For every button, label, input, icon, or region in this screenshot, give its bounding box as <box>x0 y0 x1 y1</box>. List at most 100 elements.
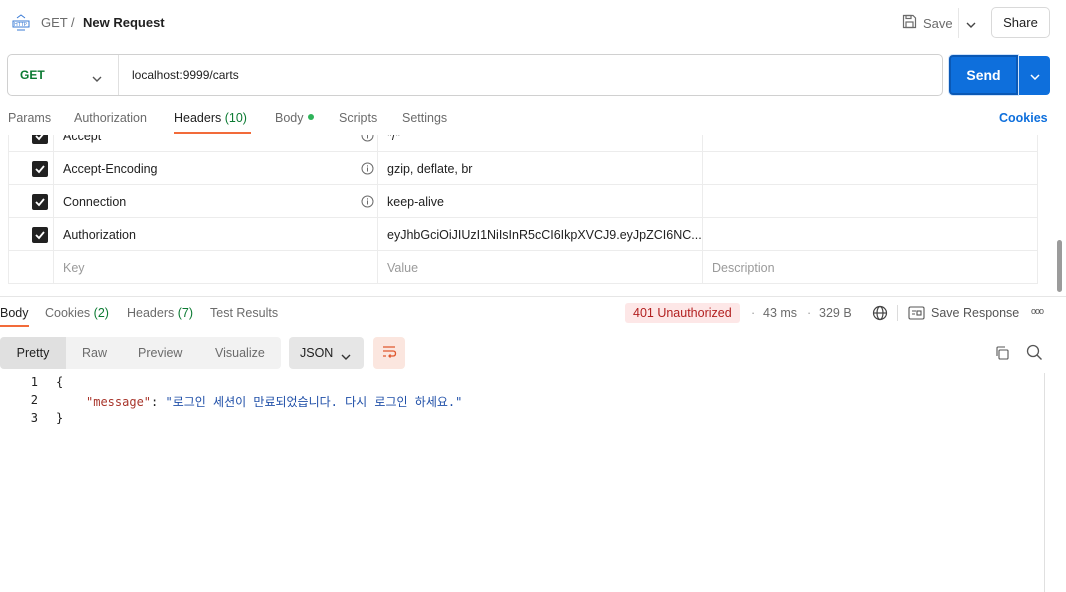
header-value: gzip, deflate, br <box>387 162 473 176</box>
wrap-lines-icon <box>381 345 397 362</box>
new-value-input[interactable]: Value <box>378 251 703 284</box>
header-description-cell[interactable] <box>703 152 1038 185</box>
response-size[interactable]: 329 B <box>819 306 852 320</box>
more-options-button[interactable]: ooo <box>1031 306 1044 316</box>
active-response-tab-underline <box>0 325 29 327</box>
view-raw[interactable]: Raw <box>82 337 107 369</box>
status-badge[interactable]: 401 Unauthorized <box>625 303 740 323</box>
share-button[interactable]: Share <box>991 7 1050 38</box>
svg-text:HTTP: HTTP <box>14 22 27 28</box>
json-key: "message" <box>86 395 152 409</box>
header-value-cell[interactable]: gzip, deflate, br <box>378 152 703 185</box>
tab-test-results[interactable]: Test Results <box>210 306 278 320</box>
format-value: JSON <box>300 346 334 360</box>
more-label: ooo <box>1031 306 1044 316</box>
header-key: Accept <box>63 135 102 143</box>
top-bar: HTTP GET / New Request Save Share <box>0 0 1066 46</box>
view-pretty[interactable]: Pretty <box>0 337 66 369</box>
table-row: Accept-Encoding gzip, deflate, br <box>8 152 1038 185</box>
tab-scripts[interactable]: Scripts <box>339 111 377 125</box>
tab-headers-count: (10) <box>224 111 247 125</box>
row-check-cell <box>8 135 54 152</box>
method-select[interactable]: GET <box>8 55 119 95</box>
response-time[interactable]: 43 ms <box>763 306 797 320</box>
line-number: 2 <box>30 393 38 407</box>
method-value: GET <box>20 68 45 82</box>
request-title[interactable]: New Request <box>83 15 165 30</box>
chevron-down-icon <box>92 70 102 85</box>
json-string-value: "로그인 세션이 만료되었습니다. 다시 로그인 하세요." <box>165 395 463 409</box>
info-icon[interactable] <box>361 135 374 142</box>
header-checkbox[interactable] <box>32 161 48 177</box>
header-key-cell[interactable]: Connection <box>54 185 378 218</box>
tab-response-headers[interactable]: Headers (7) <box>127 306 193 320</box>
header-key: Connection <box>63 195 127 209</box>
response-scrollbar-track[interactable] <box>1044 373 1045 592</box>
cookies-link[interactable]: Cookies <box>999 111 1048 125</box>
header-description-cell[interactable] <box>703 218 1038 251</box>
header-value: eyJhbGciOiJIUzI1NiIsInR5cCI6IkpXVCJ9.eyJ… <box>387 228 702 242</box>
view-preview[interactable]: Preview <box>138 337 182 369</box>
chevron-down-icon <box>1029 68 1040 83</box>
active-tab-underline <box>174 132 251 134</box>
format-select[interactable]: JSON <box>289 337 364 369</box>
line-number: 3 <box>30 411 38 425</box>
header-checkbox[interactable] <box>32 135 48 144</box>
save-label: Save <box>923 15 953 31</box>
pane-divider[interactable] <box>0 296 1066 297</box>
table-row: Accept */* <box>8 135 1038 152</box>
table-row-new: Key Value Description <box>8 251 1038 284</box>
header-checkbox[interactable] <box>32 194 48 210</box>
copy-icon[interactable] <box>994 345 1010 364</box>
chevron-down-icon <box>966 16 976 31</box>
header-value: keep-alive <box>387 195 444 209</box>
tab-authorization[interactable]: Authorization <box>74 111 147 125</box>
save-response-button[interactable]: Save Response <box>931 306 1019 320</box>
tab-body[interactable]: Body <box>275 111 314 125</box>
headers-table: Accept */* Accept-Encoding gzip, deflate… <box>8 135 1038 286</box>
wrap-lines-button[interactable] <box>373 337 405 369</box>
info-icon[interactable] <box>361 162 374 175</box>
tab-body-label: Body <box>275 111 304 125</box>
row-check-cell <box>8 152 54 185</box>
info-icon[interactable] <box>361 195 374 208</box>
tab-headers-label: Headers <box>174 111 222 125</box>
header-value-cell[interactable]: keep-alive <box>378 185 703 218</box>
tab-headers[interactable]: Headers (10) <box>174 111 247 125</box>
header-value-cell[interactable]: eyJhbGciOiJIUzI1NiIsInR5cCI6IkpXVCJ9.eyJ… <box>378 218 703 251</box>
save-options-button[interactable] <box>958 8 982 38</box>
http-request-icon: HTTP <box>12 14 30 32</box>
header-description-cell[interactable] <box>703 185 1038 218</box>
header-checkbox[interactable] <box>32 227 48 243</box>
new-key-input[interactable]: Key <box>54 251 378 284</box>
code-line: } <box>56 411 64 425</box>
new-description-input[interactable]: Description <box>703 251 1038 284</box>
send-button[interactable]: Send <box>949 55 1018 95</box>
header-key-cell[interactable]: Authorization <box>54 218 378 251</box>
tab-settings[interactable]: Settings <box>402 111 447 125</box>
header-key-cell[interactable]: Accept-Encoding <box>54 152 378 185</box>
tab-response-body[interactable]: Body <box>0 306 29 320</box>
view-visualize[interactable]: Visualize <box>215 337 265 369</box>
row-check-cell <box>8 185 54 218</box>
tab-response-cookies[interactable]: Cookies (2) <box>45 306 109 320</box>
send-options-button[interactable] <box>1019 56 1050 95</box>
line-number: 1 <box>30 375 38 389</box>
view-mode-group: Pretty Raw Preview Visualize <box>0 337 281 369</box>
header-key-cell[interactable]: Accept <box>54 135 378 152</box>
tab-params[interactable]: Params <box>8 111 51 125</box>
search-icon[interactable] <box>1026 344 1043 364</box>
header-description-cell[interactable] <box>703 135 1038 152</box>
code-line: "message": "로그인 세션이 만료되었습니다. 다시 로그인 하세요.… <box>86 393 462 410</box>
globe-icon[interactable] <box>872 305 888 324</box>
response-body-editor[interactable]: 1 { 2 "message": "로그인 세션이 만료되었습니다. 다시 로그… <box>0 373 1044 592</box>
request-tabs: Params Authorization Headers (10) Body S… <box>0 106 1066 134</box>
header-value: */* <box>387 135 401 143</box>
url-input[interactable]: localhost:9999/carts <box>132 68 239 82</box>
body-indicator-dot <box>307 114 314 120</box>
header-key: Authorization <box>63 228 136 242</box>
save-button[interactable]: Save <box>902 12 953 34</box>
header-value-cell[interactable]: */* <box>378 135 703 152</box>
save-icon <box>902 14 917 32</box>
request-scrollbar[interactable] <box>1057 240 1062 292</box>
